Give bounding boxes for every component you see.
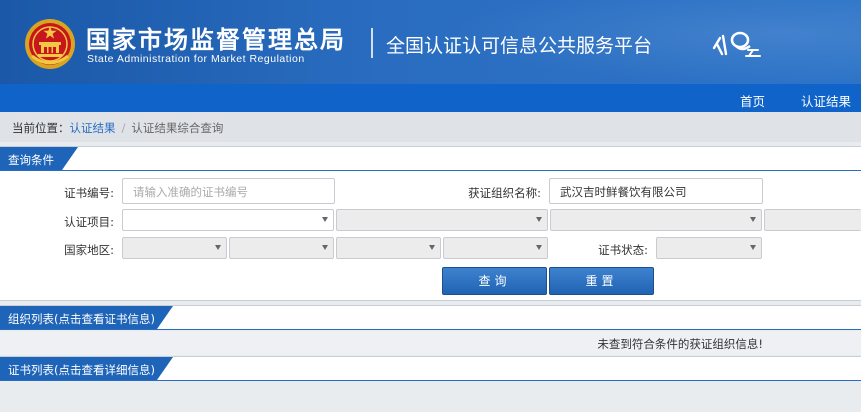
breadcrumb-prefix: 当前位置： xyxy=(12,121,70,135)
region-select-3[interactable] xyxy=(336,237,441,259)
main-nav: 首页 认证结果 xyxy=(0,84,861,112)
query-tab-slant xyxy=(62,147,78,170)
chevron-down-icon xyxy=(536,245,542,250)
query-tabbar: 查询条件 xyxy=(0,147,861,171)
org-list-tab: 组织列表(点击查看证书信息) xyxy=(0,306,157,329)
chevron-down-icon xyxy=(429,245,435,250)
chevron-down-icon xyxy=(215,245,221,250)
project-select-2[interactable] xyxy=(336,209,548,231)
breadcrumb: 当前位置：认证结果 / 认证结果综合查询 xyxy=(0,112,861,142)
national-emblem-icon xyxy=(25,19,75,69)
org-name-label: 获证组织名称: xyxy=(468,186,541,200)
cert-list-panel: 证书列表(点击查看详细信息) xyxy=(0,356,861,381)
org-list-panel: 组织列表(点击查看证书信息) xyxy=(0,305,861,330)
chevron-down-icon xyxy=(750,245,756,250)
project-select-1[interactable] xyxy=(122,209,334,231)
platform-title: 全国认证认可信息公共服务平台 xyxy=(386,35,653,57)
query-tab: 查询条件 xyxy=(0,147,62,170)
nav-cert-results[interactable]: 认证结果 xyxy=(801,91,851,110)
project-select-4[interactable] xyxy=(764,209,861,231)
cert-list-tabbar: 证书列表(点击查看详细信息) xyxy=(0,357,861,381)
chevron-down-icon xyxy=(536,217,542,222)
breadcrumb-link-results[interactable]: 认证结果 xyxy=(70,121,116,135)
cert-no-label: 证书编号: xyxy=(64,186,114,200)
org-list-tab-slant xyxy=(157,306,173,329)
org-name-input[interactable]: 武汉吉时鲜餐饮有限公司 xyxy=(549,178,763,204)
cert-list-tab-slant xyxy=(157,357,173,380)
reset-button[interactable]: 重置 xyxy=(549,267,654,295)
chevron-down-icon xyxy=(322,245,328,250)
breadcrumb-separator: / xyxy=(121,121,126,135)
status-select[interactable] xyxy=(656,237,762,259)
cert-cloud-logo-icon xyxy=(712,31,761,57)
search-button[interactable]: 查询 xyxy=(442,267,547,295)
org-list-tabbar: 组织列表(点击查看证书信息) xyxy=(0,306,861,330)
chevron-down-icon xyxy=(750,217,756,222)
org-list-empty: 未查到符合条件的获证组织信息! xyxy=(0,331,861,355)
agency-title: 国家市场监督管理总局 xyxy=(86,26,346,54)
project-label: 认证项目: xyxy=(64,215,114,229)
region-select-4[interactable] xyxy=(443,237,548,259)
site-header: 国家市场监督管理总局 State Administration for Mark… xyxy=(0,0,861,84)
breadcrumb-current: 认证结果综合查询 xyxy=(131,121,224,135)
region-select-2[interactable] xyxy=(229,237,334,259)
cert-no-input[interactable]: 请输入准确的证书编号 xyxy=(122,178,335,204)
nav-home[interactable]: 首页 xyxy=(740,91,765,110)
title-divider xyxy=(371,28,373,58)
status-label: 证书状态: xyxy=(598,243,648,257)
region-select-1[interactable] xyxy=(122,237,227,259)
region-label: 国家地区: xyxy=(64,243,114,257)
agency-title-en: State Administration for Market Regulati… xyxy=(87,53,305,65)
project-select-3[interactable] xyxy=(550,209,762,231)
chevron-down-icon xyxy=(322,217,328,222)
cert-list-tab: 证书列表(点击查看详细信息) xyxy=(0,357,157,380)
empty-message: 未查到符合条件的获证组织信息! xyxy=(597,337,763,351)
